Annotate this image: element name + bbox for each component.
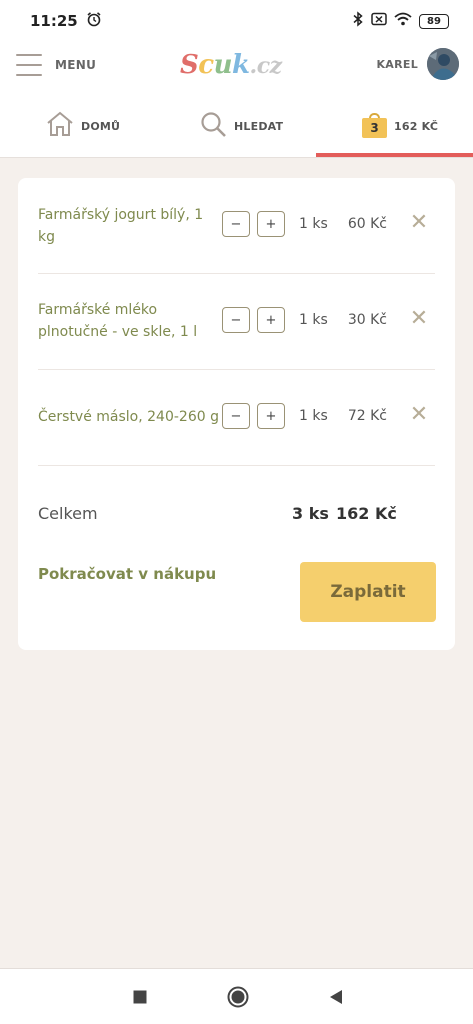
increase-quantity-button[interactable]: + — [257, 211, 285, 237]
cart-total-label: 162 KČ — [394, 119, 439, 133]
system-nav-bar — [0, 968, 473, 1024]
item-price: 30 Kč — [347, 312, 387, 328]
item-quantity: 1 ks — [299, 216, 328, 232]
alarm-icon — [86, 11, 102, 31]
recent-apps-button[interactable] — [124, 969, 156, 1024]
menu-button[interactable]: MENU — [16, 54, 96, 76]
status-bar: 11:25 89 — [0, 0, 473, 42]
app-header: MENU Scuk.cz KAREL — [0, 42, 473, 94]
scuk-logo[interactable]: Scuk.cz — [180, 50, 282, 80]
nav-tabs: DOMŮ HLEDAT 3 162 KČ — [0, 94, 473, 158]
tab-home-label: DOMŮ — [81, 119, 121, 133]
cart-item: Čerstvé máslo, 240-260 g − + 1 ks 72 Kč … — [38, 370, 435, 466]
status-time: 11:25 — [30, 12, 78, 30]
bluetooth-icon — [352, 11, 364, 31]
back-button[interactable] — [320, 969, 352, 1024]
item-name: Čerstvé máslo, 240-260 g — [38, 409, 219, 425]
decrease-quantity-button[interactable]: − — [222, 307, 250, 333]
menu-label: MENU — [55, 58, 97, 72]
sim-off-icon — [371, 12, 387, 30]
remove-item-icon[interactable]: ✕ — [409, 308, 429, 330]
increase-quantity-button[interactable]: + — [257, 403, 285, 429]
battery-icon: 89 — [419, 13, 449, 29]
home-icon — [46, 111, 74, 141]
active-tab-indicator — [316, 153, 473, 157]
square-icon — [133, 990, 147, 1004]
decrease-quantity-button[interactable]: − — [222, 211, 250, 237]
shopping-bag-icon: 3 — [362, 113, 387, 138]
back-triangle-icon — [330, 990, 342, 1004]
item-quantity: 1 ks — [299, 312, 328, 328]
item-price: 60 Kč — [347, 216, 387, 232]
continue-shopping-link[interactable]: Pokračovat v nákupu — [38, 565, 216, 583]
remove-item-icon[interactable]: ✕ — [409, 212, 429, 234]
total-price: 162 Kč — [336, 504, 397, 523]
home-system-button[interactable] — [222, 969, 254, 1024]
item-quantity: 1 ks — [299, 408, 328, 424]
increase-quantity-button[interactable]: + — [257, 307, 285, 333]
user-menu[interactable]: KAREL — [376, 48, 459, 80]
cart-item: Farmářské mléko plnotučné - ve skle, 1 l… — [38, 274, 435, 370]
total-label: Celkem — [38, 504, 98, 523]
item-name: Farmářské mléko plnotučné - ve skle, 1 l — [38, 302, 198, 340]
remove-item-icon[interactable]: ✕ — [409, 404, 429, 426]
decrease-quantity-button[interactable]: − — [222, 403, 250, 429]
item-price: 72 Kč — [347, 408, 387, 424]
wifi-icon — [394, 12, 412, 30]
tab-home[interactable]: DOMŮ — [46, 94, 120, 158]
total-quantity: 3 ks — [292, 504, 329, 523]
pay-button[interactable]: Zaplatit — [300, 562, 436, 622]
item-name: Farmářský jogurt bílý, 1 kg — [38, 207, 204, 245]
tab-search-label: HLEDAT — [234, 119, 284, 133]
hamburger-icon — [16, 54, 42, 76]
cart-card: Farmářský jogurt bílý, 1 kg − + 1 ks 60 … — [18, 178, 455, 650]
circle-home-icon — [227, 986, 249, 1008]
user-name: KAREL — [376, 57, 418, 71]
tab-search[interactable]: HLEDAT — [200, 94, 283, 158]
cart-item: Farmářský jogurt bílý, 1 kg − + 1 ks 60 … — [38, 178, 435, 274]
avatar — [427, 48, 459, 80]
cart-count: 3 — [362, 118, 387, 138]
tab-cart[interactable]: 3 162 KČ — [362, 94, 438, 158]
search-icon — [200, 111, 227, 142]
